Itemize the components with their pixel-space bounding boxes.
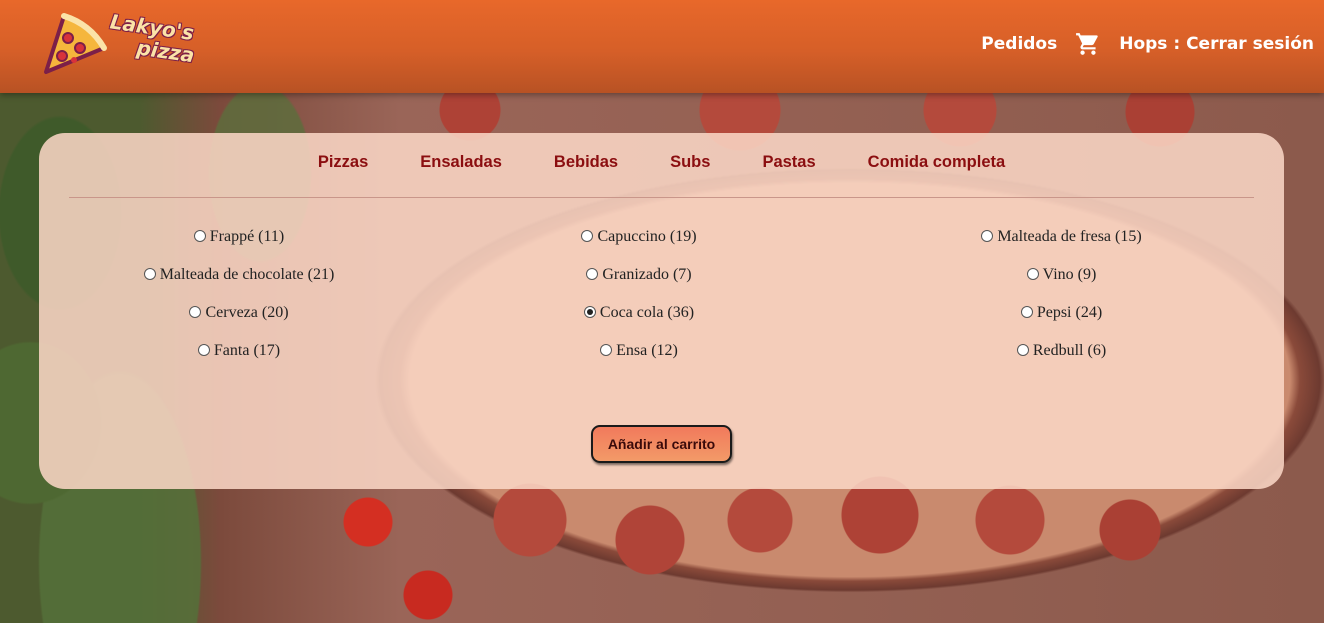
radio-button[interactable]: [981, 229, 994, 242]
radio-button[interactable]: [586, 267, 599, 280]
shopping-cart-icon[interactable]: [1075, 31, 1101, 57]
radio-button[interactable]: [189, 305, 202, 318]
header-nav: Pedidos Hops : Cerrar sesión: [981, 30, 1314, 58]
pizza-slice-icon: [44, 13, 107, 74]
option-label: Redbull (6): [1032, 341, 1107, 359]
radio-button[interactable]: [1026, 267, 1039, 280]
tab-ensaladas[interactable]: Ensaladas: [420, 153, 502, 177]
option-label: Frappé (11): [209, 227, 285, 245]
option-label: Malteada de fresa (15): [997, 227, 1142, 245]
tab-bebidas[interactable]: Bebidas: [554, 153, 618, 177]
option-label: Coca cola (36): [599, 303, 695, 321]
option-malteada-fresa[interactable]: Malteada de fresa (15): [839, 225, 1284, 248]
option-malteada-chocolate[interactable]: Malteada de chocolate (21): [39, 263, 439, 286]
option-frappe[interactable]: Frappé (11): [39, 225, 439, 248]
option-fanta[interactable]: Fanta (17): [39, 339, 439, 362]
tab-comida-completa[interactable]: Comida completa: [868, 153, 1006, 177]
option-coca-cola[interactable]: Coca cola (36): [439, 301, 839, 324]
product-panel: Pizzas Ensaladas Bebidas Subs Pastas Com…: [39, 133, 1284, 489]
tab-subs[interactable]: Subs: [670, 153, 710, 177]
option-label: Cerveza (20): [205, 303, 289, 321]
tab-pizzas[interactable]: Pizzas: [318, 153, 368, 177]
add-to-cart-button[interactable]: Añadir al carrito: [591, 425, 732, 463]
tab-pastas[interactable]: Pastas: [762, 153, 815, 177]
radio-button-selected[interactable]: [583, 305, 596, 318]
option-cerveza[interactable]: Cerveza (20): [39, 301, 439, 324]
option-pepsi[interactable]: Pepsi (24): [839, 301, 1284, 324]
logout-link[interactable]: Hops : Cerrar sesión: [1119, 34, 1314, 54]
option-label: Ensa (12): [616, 341, 678, 359]
radio-button[interactable]: [193, 229, 206, 242]
product-options: Frappé (11) Capuccino (19) Malteada de f…: [39, 225, 1284, 362]
radio-button[interactable]: [600, 343, 613, 356]
option-label: Pepsi (24): [1036, 303, 1103, 321]
option-label: Vino (9): [1042, 265, 1097, 283]
radio-button[interactable]: [143, 267, 156, 280]
divider: [69, 197, 1254, 198]
option-ensa[interactable]: Ensa (12): [439, 339, 839, 362]
radio-button[interactable]: [1020, 305, 1033, 318]
option-label: Granizado (7): [602, 265, 692, 283]
radio-button[interactable]: [1016, 343, 1029, 356]
radio-button[interactable]: [197, 343, 210, 356]
option-vino[interactable]: Vino (9): [839, 263, 1284, 286]
option-redbull[interactable]: Redbull (6): [839, 339, 1284, 362]
orders-link[interactable]: Pedidos: [981, 34, 1057, 54]
option-capuccino[interactable]: Capuccino (19): [439, 225, 839, 248]
radio-button[interactable]: [581, 229, 594, 242]
option-label: Malteada de chocolate (21): [159, 265, 335, 283]
option-granizado[interactable]: Granizado (7): [439, 263, 839, 286]
option-label: Capuccino (19): [597, 227, 697, 245]
option-label: Fanta (17): [213, 341, 281, 359]
category-tabs: Pizzas Ensaladas Bebidas Subs Pastas Com…: [39, 153, 1284, 177]
header-bar: Lakyo's pizza Pedidos Hops : Cerrar sesi…: [0, 0, 1324, 93]
logo-text: Lakyo's pizza: [106, 9, 251, 73]
logo[interactable]: Lakyo's pizza: [38, 9, 208, 82]
